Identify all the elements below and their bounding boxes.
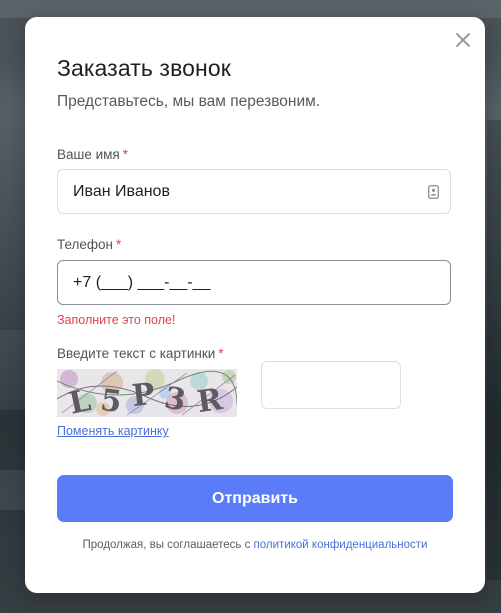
required-mark: * xyxy=(116,237,122,252)
privacy-policy-link[interactable]: политикой конфиденциальности xyxy=(254,539,428,551)
captcha-input[interactable] xyxy=(261,361,401,409)
required-mark: * xyxy=(218,346,224,361)
background-page-header xyxy=(0,0,501,18)
consent-text: Продолжая, вы соглашаетесь с xyxy=(82,539,251,551)
captcha-char: P xyxy=(130,377,156,414)
change-captcha-link[interactable]: Поменять картинку xyxy=(57,424,169,438)
contact-card-icon[interactable] xyxy=(428,185,439,199)
captcha-label: Введите текст с картинки * xyxy=(57,346,224,361)
captcha-image: L 5 P 3 R xyxy=(57,369,237,417)
name-field-value: Иван Иванов xyxy=(73,183,170,200)
captcha-char: 5 xyxy=(98,383,124,417)
background-page-element xyxy=(487,120,501,580)
modal-subtitle: Представьтесь, мы вам перезвоним. xyxy=(57,93,321,110)
required-mark: * xyxy=(122,147,128,162)
background-page-element xyxy=(0,330,26,410)
phone-field-value: +7 (___) ___-__-__ xyxy=(73,274,211,291)
phone-label: Телефон * xyxy=(57,237,121,252)
modal-title: Заказать звонок xyxy=(57,55,231,81)
privacy-consent: Продолжая, вы соглашаетесь с политикой к… xyxy=(25,539,485,551)
submit-button[interactable]: Отправить xyxy=(57,475,453,522)
captcha-label-text: Введите текст с картинки xyxy=(57,346,216,361)
close-icon xyxy=(456,33,470,47)
name-label: Ваше имя * xyxy=(57,147,128,162)
phone-label-text: Телефон xyxy=(57,237,114,252)
phone-field[interactable]: +7 (___) ___-__-__ xyxy=(57,260,451,305)
close-button[interactable] xyxy=(453,30,473,50)
background-page-element xyxy=(0,470,26,510)
callback-modal: Заказать звонок Представьтесь, мы вам пе… xyxy=(25,17,485,593)
name-field[interactable]: Иван Иванов xyxy=(57,169,451,214)
name-label-text: Ваше имя xyxy=(57,147,120,162)
phone-error-message: Заполните это поле! xyxy=(57,313,176,327)
